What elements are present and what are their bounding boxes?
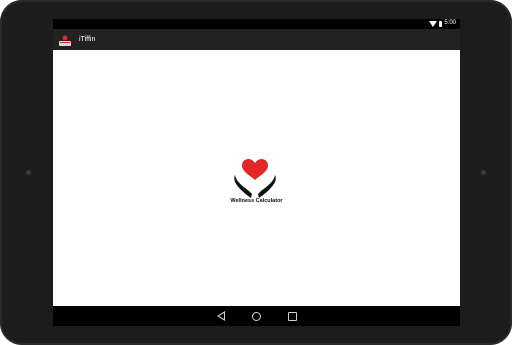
app-logo-icon[interactable]	[57, 34, 73, 46]
navigation-bar	[53, 306, 460, 326]
sensor-dot	[481, 170, 486, 175]
tablet-frame: 5:00 iTiffin Wellness Calculator	[0, 0, 512, 345]
wifi-icon	[429, 20, 438, 27]
action-bar: iTiffin	[53, 29, 460, 50]
heart-icon	[242, 159, 268, 180]
recents-icon	[288, 311, 297, 321]
status-icons: 5:00	[429, 20, 456, 27]
left-hand-icon	[234, 175, 252, 198]
battery-icon	[439, 20, 443, 27]
back-button[interactable]	[215, 310, 227, 322]
logo-caption: Wellness Calculator	[230, 198, 283, 204]
status-time: 5:00	[444, 20, 456, 26]
back-icon	[216, 311, 225, 321]
app-title: iTiffin	[79, 36, 96, 43]
recents-button[interactable]	[287, 310, 299, 322]
device-screen: 5:00 iTiffin Wellness Calculator	[53, 19, 460, 326]
splash-content: Wellness Calculator	[53, 50, 460, 306]
home-icon	[252, 311, 261, 321]
home-button[interactable]	[251, 310, 263, 322]
status-bar: 5:00	[53, 19, 460, 29]
right-hand-icon	[258, 175, 276, 198]
front-camera-dot	[26, 170, 31, 175]
